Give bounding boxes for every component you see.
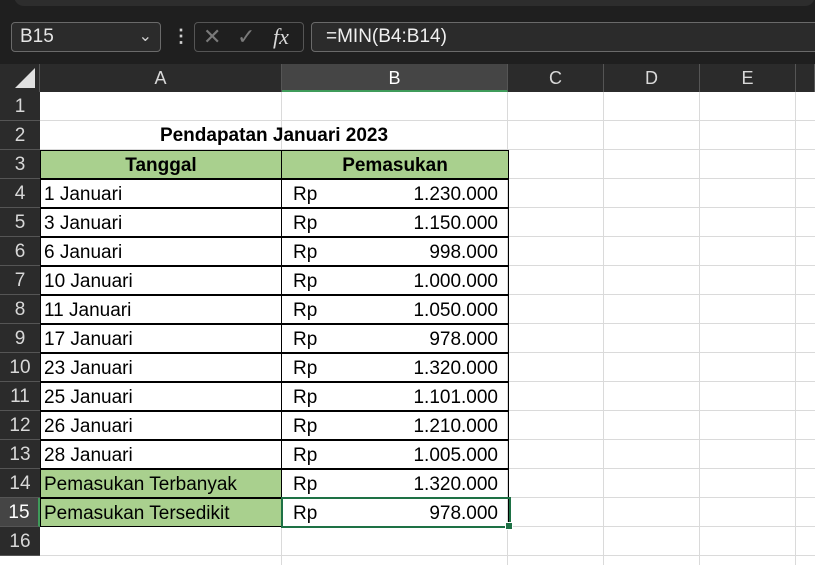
select-all-button[interactable]: [0, 64, 40, 92]
date-cell[interactable]: 25 Januari: [40, 382, 282, 411]
formula-bar: B15 ⌄ ⋮ ✕ ✓ fx =MIN(B4:B14): [0, 8, 815, 64]
row-header-5[interactable]: 5: [0, 208, 40, 237]
amount-cell[interactable]: Rp 1.101.000: [281, 382, 509, 411]
formula-input[interactable]: =MIN(B4:B14): [311, 22, 815, 52]
name-box-value: B15: [20, 26, 54, 47]
date-cell[interactable]: 3 Januari: [40, 208, 282, 237]
currency-label: Rp: [293, 416, 318, 437]
row-header-16[interactable]: 16: [0, 527, 40, 556]
amount-value: 998.000: [429, 242, 498, 263]
row-header-4[interactable]: 4: [0, 179, 40, 208]
title-bar-edge: [0, 0, 815, 8]
date-cell[interactable]: 26 Januari: [40, 411, 282, 440]
min-amount-cell[interactable]: Rp 978.000: [281, 498, 509, 527]
row-header-14[interactable]: 14: [0, 469, 40, 498]
header-pemasukan[interactable]: Pemasukan: [281, 150, 509, 179]
column-gridline: [603, 92, 604, 565]
amount-value: 1.230.000: [413, 184, 498, 205]
cancel-icon[interactable]: ✕: [203, 23, 221, 51]
row-header-6[interactable]: 6: [0, 237, 40, 266]
row-header-8[interactable]: 8: [0, 295, 40, 324]
column-header-d[interactable]: D: [604, 64, 700, 92]
date-cell[interactable]: 17 Januari: [40, 324, 282, 353]
amount-cell[interactable]: Rp 1.230.000: [281, 179, 509, 208]
column-header-e[interactable]: E: [700, 64, 796, 92]
date-cell[interactable]: 1 Januari: [40, 179, 282, 208]
currency-label: Rp: [293, 387, 318, 408]
currency-label: Rp: [293, 474, 318, 495]
date-cell[interactable]: 28 Januari: [40, 440, 282, 469]
row-header-9[interactable]: 9: [0, 324, 40, 353]
row-header-13[interactable]: 13: [0, 440, 40, 469]
row-header-1[interactable]: 1: [0, 92, 40, 121]
currency-label: Rp: [293, 503, 318, 524]
row-header-7[interactable]: 7: [0, 266, 40, 295]
amount-cell[interactable]: Rp 978.000: [281, 324, 509, 353]
amount-cell[interactable]: Rp 1.150.000: [281, 208, 509, 237]
summary-label-cell[interactable]: Pemasukan Terbanyak: [40, 469, 282, 498]
summary-label-cell[interactable]: Pemasukan Tersedikit: [40, 498, 282, 527]
row-header-12[interactable]: 12: [0, 411, 40, 440]
amount-value: 978.000: [429, 329, 498, 350]
row-header-3[interactable]: 3: [0, 150, 40, 179]
row-header-11[interactable]: 11: [0, 382, 40, 411]
column-header-a[interactable]: A: [40, 64, 282, 92]
more-options-icon[interactable]: ⋮: [172, 26, 190, 48]
row-header-2[interactable]: 2: [0, 121, 40, 150]
amount-cell[interactable]: Rp 1.005.000: [281, 440, 509, 469]
date-cell[interactable]: 11 Januari: [40, 295, 282, 324]
currency-label: Rp: [293, 445, 318, 466]
sheet-title[interactable]: Pendapatan Januari 2023: [40, 121, 508, 150]
column-header-b[interactable]: B: [282, 64, 508, 92]
amount-value: 1.005.000: [413, 445, 498, 466]
currency-label: Rp: [293, 358, 318, 379]
check-icon[interactable]: ✓: [237, 23, 255, 51]
header-tanggal[interactable]: Tanggal: [40, 150, 282, 179]
column-gridline: [699, 92, 700, 565]
date-cell[interactable]: 10 Januari: [40, 266, 282, 295]
amount-cell[interactable]: Rp 1.000.000: [281, 266, 509, 295]
name-box[interactable]: B15 ⌄: [11, 22, 161, 52]
amount-value: 1.101.000: [413, 387, 498, 408]
chevron-down-icon[interactable]: ⌄: [139, 23, 152, 51]
amount-value: 1.150.000: [413, 213, 498, 234]
column-header-c[interactable]: C: [508, 64, 604, 92]
currency-label: Rp: [293, 300, 318, 321]
column-gridline: [795, 92, 796, 565]
spreadsheet-grid[interactable]: A B C D E 1 2 3 4 5 6 7 8 9 10 11 12 13 14 15 16 Pendapatan J…: [0, 64, 815, 565]
insert-function-icon[interactable]: fx: [273, 23, 289, 51]
amount-value: 1.210.000: [413, 416, 498, 437]
row-header-10[interactable]: 10: [0, 353, 40, 382]
formula-controls: ✕ ✓ fx: [194, 22, 304, 52]
select-all-icon: [15, 68, 35, 88]
date-cell[interactable]: 6 Januari: [40, 237, 282, 266]
amount-value: 1.320.000: [413, 358, 498, 379]
currency-label: Rp: [293, 329, 318, 350]
currency-label: Rp: [293, 271, 318, 292]
amount-value: 1.000.000: [413, 271, 498, 292]
amount-cell[interactable]: Rp 1.320.000: [281, 353, 509, 382]
column-header-f[interactable]: [796, 64, 815, 92]
row-header-15[interactable]: 15: [0, 498, 40, 527]
currency-label: Rp: [293, 242, 318, 263]
amount-cell[interactable]: Rp 998.000: [281, 237, 509, 266]
max-amount-cell[interactable]: Rp 1.320.000: [281, 469, 509, 498]
currency-label: Rp: [293, 184, 318, 205]
amount-value: 1.320.000: [413, 474, 498, 495]
amount-cell[interactable]: Rp 1.210.000: [281, 411, 509, 440]
amount-value: 1.050.000: [413, 300, 498, 321]
date-cell[interactable]: 23 Januari: [40, 353, 282, 382]
amount-value: 978.000: [429, 503, 498, 524]
amount-cell[interactable]: Rp 1.050.000: [281, 295, 509, 324]
currency-label: Rp: [293, 213, 318, 234]
row-gridline: [40, 555, 815, 556]
